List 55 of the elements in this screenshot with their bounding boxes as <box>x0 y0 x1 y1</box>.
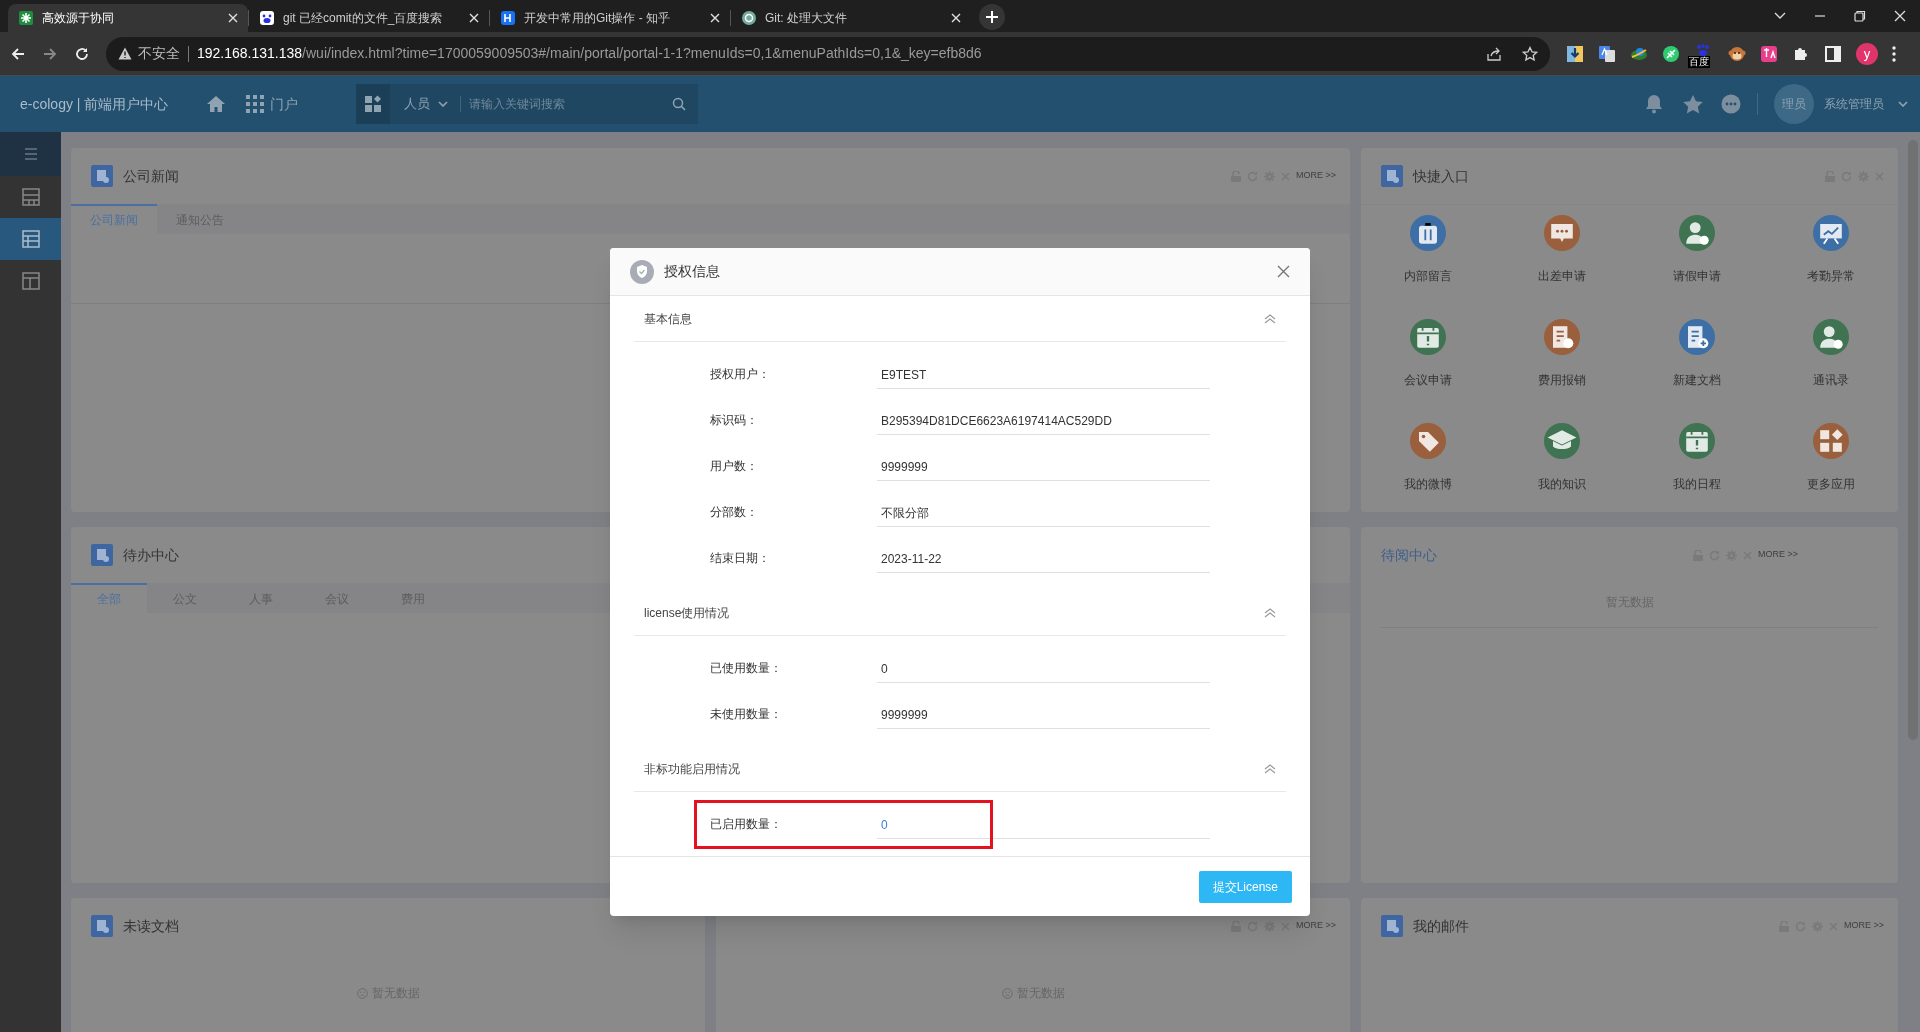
profile-avatar[interactable]: y <box>1856 42 1878 65</box>
field-value: B295394D81DCE6623A6197414AC529DD <box>877 405 1210 435</box>
search-bar[interactable]: 人员 请输入关键词搜索 <box>356 84 698 124</box>
portal-link[interactable]: 门户 <box>270 93 298 115</box>
shortcut-label[interactable]: 我的日程 <box>1672 475 1721 493</box>
field-label: 未使用数量： <box>710 706 783 723</box>
more-link[interactable]: MORE >> <box>1758 548 1798 562</box>
card-title: 快捷入口 <box>1413 166 1469 186</box>
shortcut-label[interactable]: 我的微博 <box>1404 475 1453 493</box>
user-name[interactable]: 系统管理员 <box>1824 95 1884 113</box>
more-link[interactable]: MORE >> <box>1844 919 1884 933</box>
dialog-title: 授权信息 <box>664 262 720 281</box>
field-label: 分部数： <box>710 504 759 521</box>
category-dropdown[interactable]: 人员 <box>404 94 448 114</box>
section-header[interactable]: 非标功能启用情况 <box>634 746 1286 792</box>
brand-title: e-cology | 前端用户中心 <box>20 94 170 114</box>
section-header[interactable]: license使用情况 <box>634 590 1286 636</box>
field-label: 已使用数量： <box>710 660 783 677</box>
shortcut-label[interactable]: 出差申请 <box>1538 267 1587 285</box>
field-value: 2023-11-22 <box>877 543 1210 573</box>
browser-tab[interactable]: 高效源于协同 <box>8 4 248 32</box>
field-value: 0 <box>877 653 1210 683</box>
more-link[interactable]: MORE >> <box>1296 919 1336 933</box>
card-title: 未读文档 <box>123 916 179 936</box>
field-value: 9999999 <box>877 699 1210 729</box>
section-header[interactable]: 基本信息 <box>634 296 1286 342</box>
field-value: 不限分部 <box>877 497 1210 527</box>
extension-badge: 百度 <box>1688 55 1710 68</box>
field-label: 用户数： <box>710 458 759 475</box>
field-label: 已启用数量： <box>710 816 783 833</box>
card-title: 我的邮件 <box>1413 916 1469 936</box>
shortcut-label[interactable]: 请假申请 <box>1672 267 1721 285</box>
field-label: 结束日期： <box>710 550 771 567</box>
shortcut-label[interactable]: 我的知识 <box>1538 475 1587 493</box>
card-title: 待阅中心 <box>1381 545 1437 565</box>
shortcut-label[interactable]: 考勤异常 <box>1806 267 1855 285</box>
shortcut-label[interactable]: 新建文档 <box>1672 371 1721 389</box>
field-value: 9999999 <box>877 451 1210 481</box>
shortcut-label[interactable]: 通讯录 <box>1812 371 1849 389</box>
security-label: 不安全 <box>138 44 180 63</box>
card-title: 公司新闻 <box>123 166 179 186</box>
address-bar[interactable]: 不安全 192.168.131.138/wui/index.html?time=1700059009503#/main/portal/portal-1-1?menuIds=0,1&menuPathIds=0,1&_key=efb8d6 <box>106 36 1550 71</box>
user-avatar[interactable]: 理员 <box>1774 84 1814 124</box>
field-value: 0 <box>877 809 1210 839</box>
field-label: 标识码： <box>710 412 759 429</box>
card-title: 待办中心 <box>123 545 179 565</box>
shortcut-label[interactable]: 更多应用 <box>1806 475 1855 493</box>
field-value: E9TEST <box>877 359 1210 389</box>
shortcut-label[interactable]: 内部留言 <box>1404 267 1453 285</box>
submit-button[interactable]: 提交License <box>1198 870 1292 903</box>
url-text: 192.168.131.138/wui/index.html?time=1700059009503#/main/portal/portal-1-1?menuIds=0,1&menuPathIds=0,1&_key=efb8d6 <box>197 44 982 63</box>
shortcut-label[interactable]: 费用报销 <box>1538 371 1587 389</box>
field-label: 授权用户： <box>710 366 771 383</box>
shortcut-label[interactable]: 会议申请 <box>1404 371 1453 389</box>
more-link[interactable]: MORE >> <box>1296 169 1336 183</box>
